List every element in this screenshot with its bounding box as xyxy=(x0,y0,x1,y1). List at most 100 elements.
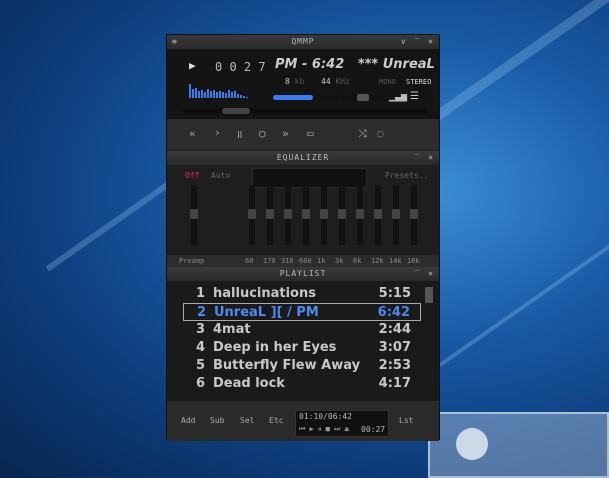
mini-display: 01:10/06:42 ⏮ ▶ ⏸ ■ ⏭ ⏏ 00:27 xyxy=(295,410,389,437)
playlist-titlebar[interactable]: PLAYLIST ‾ × xyxy=(167,267,439,281)
eq-band-slider-6k[interactable] xyxy=(356,185,364,245)
eq-band-slider-3k[interactable] xyxy=(338,185,346,245)
mono-indicator: MONO xyxy=(379,78,396,86)
eq-band-slider-310[interactable] xyxy=(284,185,292,245)
stereo-indicator: STEREO xyxy=(406,78,432,86)
playlist-item[interactable]: 4 Deep in her Eyes 3:07 xyxy=(183,339,421,357)
desktop-widget xyxy=(428,412,609,478)
track-title: Butterfly Flew Away xyxy=(213,358,361,373)
eq-band-label: 12k xyxy=(371,257,384,265)
sub-button[interactable]: Sub xyxy=(210,416,224,425)
previous-button[interactable]: « xyxy=(189,127,196,140)
track-title: Deep in her Eyes xyxy=(213,340,337,355)
equalizer-toggle-icon[interactable]: ▁▃▅ xyxy=(389,91,407,102)
eq-labels: Preamp 60 170 310 600 1k 3k 6k 12k 14k 16k xyxy=(167,255,439,267)
playlist-toggle-icon[interactable]: ☰ xyxy=(410,91,419,102)
eq-band-label: 6k xyxy=(353,257,362,265)
track-number: 4 xyxy=(195,340,205,355)
playlist-window-controls[interactable]: ‾ × xyxy=(415,267,435,281)
track-duration: 2:44 xyxy=(378,322,411,337)
samplerate-unit: KHz xyxy=(335,77,350,86)
eq-band-slider-14k[interactable] xyxy=(392,185,400,245)
balance-slider[interactable] xyxy=(343,94,381,101)
window-controls[interactable]: v ‾ × xyxy=(401,35,435,49)
equalizer-titlebar[interactable]: EQUALIZER ‾ × xyxy=(167,151,439,165)
eq-band-label: 170 xyxy=(263,257,276,265)
playlist-item[interactable]: 2 UnreaL ][ / PM 6:42 xyxy=(183,303,421,321)
samplerate: 44 xyxy=(321,77,331,86)
equalizer-title: EQUALIZER xyxy=(276,153,330,162)
equalizer-window-controls[interactable]: ‾ × xyxy=(415,151,435,165)
playlist-title: PLAYLIST xyxy=(279,269,327,278)
playlist-item[interactable]: 3 4mat 2:44 xyxy=(183,321,421,339)
eq-band-slider-12k[interactable] xyxy=(374,185,382,245)
eq-band-label: 60 xyxy=(245,257,254,265)
bitrate: 8 xyxy=(285,77,290,86)
preamp-slider[interactable] xyxy=(190,185,198,245)
controls-bar: « › ॥ ○ » ▭ ⤨ ◌ xyxy=(167,119,439,149)
etc-button[interactable]: Etc xyxy=(269,416,283,425)
open-button[interactable]: ▭ xyxy=(307,127,314,140)
track-title: UnreaL ][ / PM xyxy=(214,305,319,320)
mini-elapsed: 00:27 xyxy=(361,425,386,434)
elapsed-time: 0 0 2 7 xyxy=(215,60,266,74)
player-display: ▶ 0 0 2 7 PM - 6:42 *** UnreaL ][ / 8 kb… xyxy=(167,49,439,119)
track-title: Dead lock xyxy=(213,376,285,391)
track-duration: 4:17 xyxy=(378,376,411,391)
track-number: 3 xyxy=(195,322,205,337)
eq-band-slider-60[interactable] xyxy=(248,185,256,245)
eq-band-label: 600 xyxy=(299,257,312,265)
track-duration: 2:53 xyxy=(378,358,411,373)
eq-band-label: 3k xyxy=(335,257,344,265)
eq-auto-button[interactable]: Auto xyxy=(211,171,230,180)
track-title: hallucinations xyxy=(213,286,316,301)
eq-band-slider-16k[interactable] xyxy=(410,185,418,245)
eq-band-label: 16k xyxy=(407,257,420,265)
track-duration: 6:42 xyxy=(377,305,410,320)
main-titlebar[interactable]: ≡ QMMP v ‾ × xyxy=(167,35,439,49)
playlist-footer: Add Sub Sel Etc 01:10/06:42 ⏮ ▶ ⏸ ■ ⏭ ⏏ … xyxy=(167,401,439,441)
track-duration: 5:15 xyxy=(378,286,411,301)
eq-band-label: 14k xyxy=(389,257,402,265)
play-state-icon: ▶ xyxy=(189,59,196,72)
track-number: 1 xyxy=(195,286,205,301)
spectrum-analyzer xyxy=(189,79,249,98)
volume-slider[interactable] xyxy=(273,95,339,100)
title-scroller: PM - 6:42 *** UnreaL ][ / xyxy=(275,57,435,72)
next-button[interactable]: » xyxy=(282,127,289,140)
track-duration: 3:07 xyxy=(378,340,411,355)
bg-streak xyxy=(438,237,609,367)
eq-presets-button[interactable]: Presets.. xyxy=(385,171,428,180)
seek-bar[interactable] xyxy=(183,108,427,114)
preamp-label: Preamp xyxy=(179,257,205,265)
eq-band-label: 1k xyxy=(317,257,326,265)
repeat-button[interactable]: ◌ xyxy=(377,127,384,140)
playlist-scrollbar[interactable] xyxy=(425,287,433,303)
mini-controls[interactable]: ⏮ ▶ ⏸ ■ ⏭ ⏏ xyxy=(299,425,349,434)
stop-button[interactable]: ○ xyxy=(259,127,266,140)
playlist-item[interactable]: 6 Dead lock 4:17 xyxy=(183,375,421,393)
add-button[interactable]: Add xyxy=(181,416,195,425)
menu-icon[interactable]: ≡ xyxy=(172,35,178,49)
playlist-item[interactable]: 5 Butterfly Flew Away 2:53 xyxy=(183,357,421,375)
eq-band-slider-600[interactable] xyxy=(302,185,310,245)
pause-button[interactable]: ॥ xyxy=(236,127,243,142)
window-title: QMMP xyxy=(291,37,315,46)
eq-band-slider-1k[interactable] xyxy=(320,185,328,245)
eq-band-slider-170[interactable] xyxy=(266,185,274,245)
bitrate-unit: kb xyxy=(294,77,305,86)
qmmp-window: ≡ QMMP v ‾ × ▶ 0 0 2 7 PM - 6:42 *** Unr… xyxy=(166,34,440,441)
playlist-item[interactable]: 1 hallucinations 5:15 xyxy=(183,285,421,303)
eq-band-label: 310 xyxy=(281,257,294,265)
shuffle-button[interactable]: ⤨ xyxy=(358,127,367,141)
total-time: 01:10/06:42 xyxy=(299,412,352,421)
track-title: 4mat xyxy=(213,322,251,337)
lst-button[interactable]: Lst xyxy=(399,416,413,425)
track-number: 6 xyxy=(195,376,205,391)
sel-button[interactable]: Sel xyxy=(240,416,254,425)
play-button[interactable]: › xyxy=(214,126,221,139)
track-number: 2 xyxy=(196,305,206,320)
track-number: 5 xyxy=(195,358,205,373)
playlist-list: 1 hallucinations 5:15 2 UnreaL ][ / PM 6:42 3 4… xyxy=(183,285,421,393)
eq-off-button[interactable]: Off xyxy=(185,171,199,180)
